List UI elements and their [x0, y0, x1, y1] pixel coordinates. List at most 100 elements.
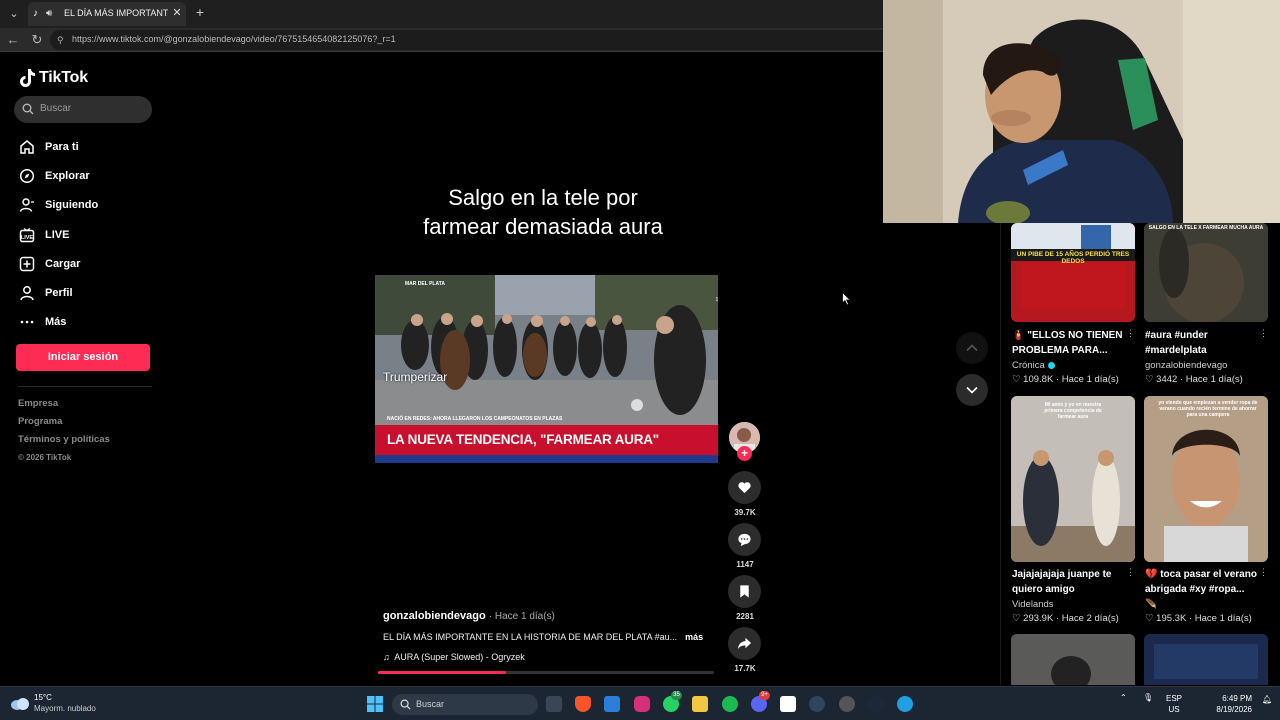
sidebar-footer: Empresa Programa Términos y políticas © …: [18, 398, 110, 470]
language-indicator[interactable]: ESP US: [1166, 693, 1182, 715]
instagram-icon[interactable]: [634, 696, 650, 712]
card-author[interactable]: Crónica: [1012, 360, 1055, 371]
spotify-icon[interactable]: [722, 696, 738, 712]
address-bar-row: ← ↻ ⚲ https://www.tiktok.com/@gonzalobie…: [0, 28, 883, 52]
footer-link-programa[interactable]: Programa: [18, 416, 110, 434]
compass-icon: [18, 167, 36, 185]
card-time: Hace 1 día(s): [1194, 613, 1252, 624]
home-icon: [18, 138, 36, 156]
whatsapp-icon[interactable]: 35: [663, 691, 682, 712]
url-text: https://www.tiktok.com/@gonzalobiendevag…: [72, 34, 396, 44]
heart-outline-icon: ♡: [1012, 374, 1021, 385]
sidebar-item-cargar[interactable]: Cargar: [18, 249, 158, 278]
comment-button[interactable]: [728, 523, 761, 556]
card-menu-icon[interactable]: ⋮: [1126, 567, 1135, 578]
back-button[interactable]: ←: [5, 32, 21, 48]
bookmark-icon: [740, 585, 749, 598]
card-title: 💔 toca pasar el verano abrigada #xy #rop…: [1145, 569, 1257, 595]
news-headline: LA NUEVA TENDENCIA, "FARMEAR AURA": [387, 432, 660, 447]
like-button[interactable]: [728, 471, 761, 504]
search-icon: [400, 699, 411, 710]
browser-tab[interactable]: ♪ 🔊︎ EL DÍA MÁS IMPORTANTE EN ✕: [28, 2, 186, 26]
video-thumbnail[interactable]: yo viendo que empiezan a vender ropa de …: [1144, 396, 1268, 562]
heart-outline-icon: ♡: [1145, 374, 1154, 385]
video-thumbnail[interactable]: [1011, 634, 1135, 685]
copyright: © 2026 TikTok: [18, 453, 72, 462]
card-likes: 109.8K: [1023, 374, 1054, 385]
sidebar-item-mas[interactable]: Más: [18, 308, 158, 337]
thumbnail-caption: UN PIBE DE 15 AÑOS PERDIÓ TRES DEDOS: [1016, 251, 1130, 265]
close-tab-icon[interactable]: ✕: [170, 6, 184, 20]
reload-button[interactable]: ↻: [29, 32, 45, 48]
show-hidden-icons[interactable]: ⌃: [1120, 693, 1127, 702]
verified-icon: [1047, 361, 1055, 369]
share-button[interactable]: [728, 627, 761, 660]
search-icon: [22, 103, 34, 115]
sidebar-item-perfil[interactable]: Perfil: [18, 278, 158, 307]
search-placeholder: Buscar: [40, 103, 72, 114]
address-bar[interactable]: ⚲ https://www.tiktok.com/@gonzalobiendev…: [50, 30, 883, 50]
video-thumbnail[interactable]: [1144, 634, 1268, 685]
more-link[interactable]: más: [685, 632, 703, 642]
new-tab-button[interactable]: +: [192, 4, 208, 20]
heart-outline-icon: ♡: [1145, 613, 1154, 624]
system-clock[interactable]: 6:49 PM 8/19/2026: [1198, 693, 1252, 715]
video-progress-bar[interactable]: [378, 671, 714, 674]
discord-icon[interactable]: 9+: [751, 691, 770, 712]
sidebar-item-label: Explorar: [45, 169, 90, 182]
steam-icon[interactable]: [868, 696, 884, 712]
edge-icon[interactable]: [897, 696, 913, 712]
card-menu-icon[interactable]: ⋮: [1259, 567, 1268, 578]
clock-time: 6:49 PM: [1222, 694, 1252, 703]
windows-taskbar: 15°C Mayorm. nublado Buscar 35 9+ ⌃ 🎙︎ E…: [0, 686, 1280, 720]
microphone-icon[interactable]: 🎙︎: [1143, 693, 1153, 702]
notion-icon[interactable]: [780, 696, 796, 712]
site-info-icon[interactable]: ⚲: [57, 34, 67, 46]
file-explorer-icon[interactable]: [692, 696, 708, 712]
brave-icon[interactable]: [575, 696, 591, 712]
sidebar-item-para-ti[interactable]: Para ti: [18, 132, 158, 161]
card-author[interactable]: 🪶: [1145, 599, 1157, 610]
sidebar-item-siguiendo[interactable]: Siguiendo: [18, 191, 158, 220]
footer-link-terminos[interactable]: Términos y políticas: [18, 434, 110, 452]
app-icon[interactable]: [839, 696, 855, 712]
discord-badge: 9+: [759, 691, 770, 700]
card-menu-icon[interactable]: ⋮: [1259, 328, 1268, 339]
sidebar-item-explorar[interactable]: Explorar: [18, 161, 158, 190]
music-note-icon: ♫: [383, 652, 390, 662]
windows-start-icon[interactable]: [367, 696, 383, 712]
steam-icon[interactable]: [809, 696, 825, 712]
card-title: 🧯 "ELLOS NO TIENEN PROBLEMA PARA...: [1012, 330, 1123, 356]
follow-button[interactable]: +: [737, 446, 752, 461]
card-author[interactable]: gonzalobiendevago: [1145, 360, 1227, 371]
video-thumbnail[interactable]: Mi amix y yo en nuestra primera competen…: [1011, 396, 1135, 562]
svg-text:LIVE: LIVE: [21, 235, 34, 241]
login-button[interactable]: Iniciar sesión: [16, 344, 150, 371]
music-line[interactable]: ♫ AURA (Super Slowed) - Ogryzek: [383, 652, 525, 662]
logo-text: TikTok: [39, 69, 88, 86]
video-author-line: gonzalobiendevago · Hace 1 día(s): [383, 610, 555, 622]
previous-video-button[interactable]: [956, 332, 988, 364]
search-input[interactable]: Buscar: [14, 96, 152, 123]
card-time: Hace 1 día(s): [1061, 374, 1119, 385]
news-subheadline: NACIÓ EN REDES: AHORA LLEGARON LOS CAMPE…: [387, 416, 563, 422]
video-thumbnail[interactable]: UN PIBE DE 15 AÑOS PERDIÓ TRES DEDOS: [1011, 223, 1135, 322]
card-author[interactable]: Videlands: [1012, 599, 1054, 610]
video-player[interactable]: MAR DEL PLATA 15:21 12° Trumperizar NACI…: [375, 275, 718, 463]
notifications-icon[interactable]: 🔔︎: [1262, 695, 1272, 704]
taskbar-search[interactable]: Buscar: [392, 694, 538, 715]
save-button[interactable]: [728, 575, 761, 608]
next-video-button[interactable]: [956, 374, 988, 406]
tab-list-button[interactable]: ⌄: [4, 4, 24, 24]
weather-temp: 15°C: [34, 693, 52, 702]
card-menu-icon[interactable]: ⋮: [1126, 328, 1135, 339]
sidebar-item-live[interactable]: LIVE LIVE: [18, 220, 158, 249]
footer-link-empresa[interactable]: Empresa: [18, 398, 110, 416]
task-view-icon[interactable]: [546, 696, 562, 712]
speaker-icon[interactable]: 🔊︎: [46, 7, 58, 21]
card-title: #aura #under #mardelplata: [1145, 330, 1208, 356]
video-thumbnail[interactable]: SALGO EN LA TELE X FARMEAR MUCHA AURA: [1144, 223, 1268, 322]
author-name[interactable]: gonzalobiendevago: [383, 610, 486, 622]
tiktok-logo[interactable]: TikTok: [18, 67, 88, 89]
microsoft-store-icon[interactable]: [604, 696, 620, 712]
